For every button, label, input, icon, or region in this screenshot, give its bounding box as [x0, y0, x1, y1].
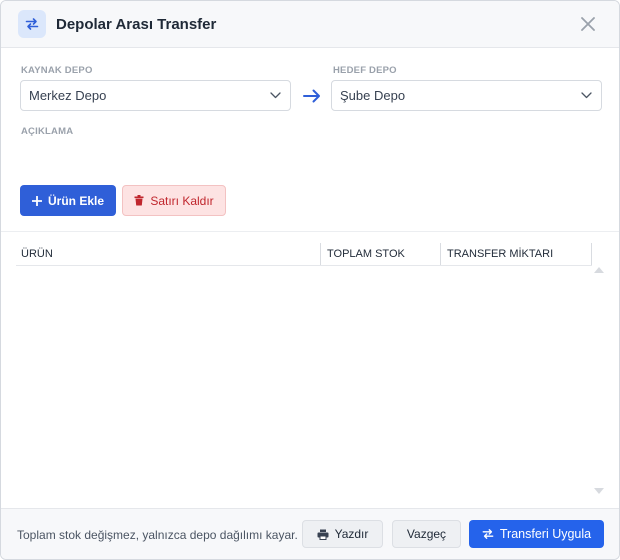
- printer-icon: [317, 529, 329, 540]
- column-header-transfer-quantity[interactable]: TRANSFER MİKTARI: [442, 243, 592, 265]
- target-warehouse-value: Şube Depo: [340, 88, 406, 103]
- chevron-down-icon: [581, 92, 592, 99]
- target-warehouse-label: HEDEF DEPO: [333, 65, 397, 76]
- swap-arrows-icon: [482, 529, 494, 539]
- close-button[interactable]: [577, 13, 599, 35]
- dialog-footer: Toplam stok değişmez, yalnızca depo dağı…: [1, 508, 619, 559]
- plus-icon: [31, 195, 42, 206]
- source-warehouse-label: KAYNAK DEPO: [21, 65, 93, 76]
- column-separator: [591, 243, 592, 265]
- section-divider: [1, 231, 619, 232]
- column-separator: [320, 243, 321, 265]
- remove-row-label: Satırı Kaldır: [150, 193, 214, 208]
- target-warehouse-select[interactable]: Şube Depo: [331, 80, 602, 111]
- apply-transfer-button[interactable]: Transferi Uygula: [469, 520, 604, 548]
- add-product-button[interactable]: Ürün Ekle: [20, 185, 116, 216]
- dialog-header: Depolar Arası Transfer: [1, 1, 619, 48]
- description-input[interactable]: [20, 141, 602, 175]
- column-header-product[interactable]: ÜRÜN: [16, 243, 321, 265]
- print-label: Yazdır: [334, 527, 369, 541]
- source-warehouse-select[interactable]: Merkez Depo: [20, 80, 291, 111]
- table-body: [16, 266, 592, 496]
- transfer-dialog: Depolar Arası Transfer KAYNAK DEPO Merke…: [0, 0, 620, 560]
- source-warehouse-value: Merkez Depo: [29, 88, 107, 103]
- table-header: ÜRÜN TOPLAM STOK TRANSFER MİKTARI: [16, 243, 592, 266]
- scroll-up-arrow-icon[interactable]: [593, 266, 605, 274]
- description-label: AÇIKLAMA: [21, 126, 74, 137]
- apply-transfer-label: Transferi Uygula: [499, 527, 592, 541]
- column-separator: [440, 243, 441, 265]
- trash-icon: [134, 195, 144, 206]
- chevron-down-icon: [270, 92, 281, 99]
- footer-note: Toplam stok değişmez, yalnızca depo dağı…: [17, 528, 298, 542]
- remove-row-button[interactable]: Satırı Kaldır: [122, 185, 226, 216]
- print-button[interactable]: Yazdır: [302, 520, 383, 548]
- cancel-button[interactable]: Vazgeç: [392, 520, 461, 548]
- dialog-title: Depolar Arası Transfer: [56, 16, 217, 33]
- add-product-label: Ürün Ekle: [47, 193, 104, 208]
- cancel-label: Vazgeç: [406, 527, 447, 541]
- swap-arrows-icon: [18, 10, 46, 38]
- scroll-down-arrow-icon[interactable]: [593, 487, 605, 495]
- column-header-total-stock[interactable]: TOPLAM STOK: [322, 243, 440, 265]
- arrow-right-icon: [303, 89, 320, 103]
- close-icon: [581, 17, 595, 31]
